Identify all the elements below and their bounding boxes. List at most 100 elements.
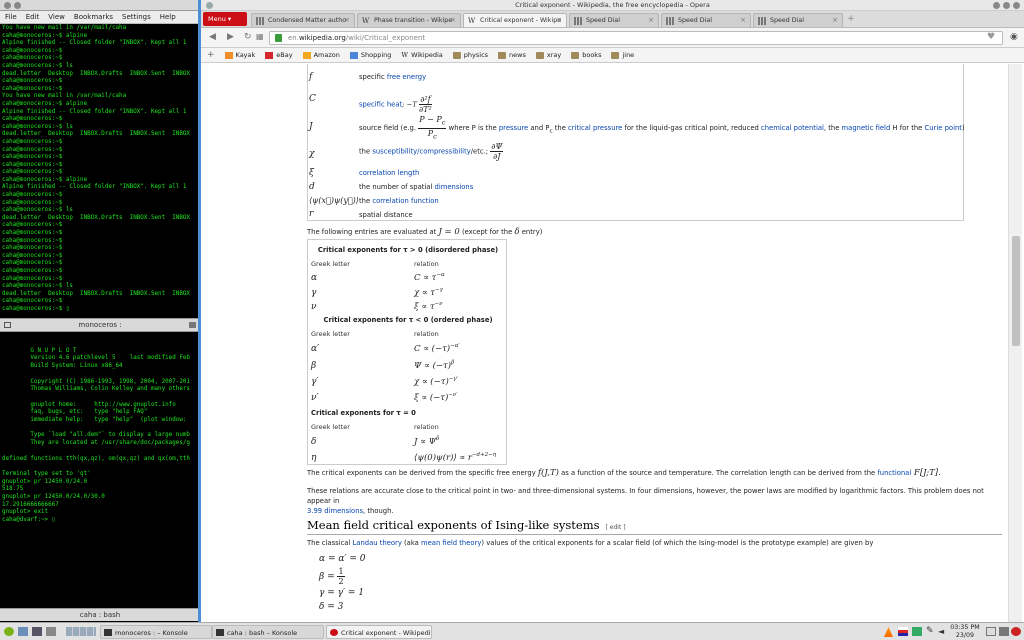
scrollbar-thumb[interactable] xyxy=(1012,236,1020,346)
link-dimensions[interactable]: dimensions xyxy=(435,183,474,191)
page-scrollbar[interactable] xyxy=(1008,64,1022,622)
terminal-launcher-icon[interactable] xyxy=(32,627,42,636)
terminal-menu-settings[interactable]: Settings xyxy=(122,13,151,21)
bookmark-news[interactable]: news xyxy=(498,51,526,59)
new-tab-button[interactable]: + xyxy=(845,13,857,27)
terminal-menu-help[interactable]: Help xyxy=(160,13,176,21)
def-text: specific xyxy=(359,73,387,81)
network-icon[interactable]: ✎ xyxy=(926,627,936,636)
link-functional[interactable]: functional xyxy=(877,469,911,477)
def-symbol: χ xyxy=(309,149,315,159)
link-curie-point[interactable]: Curie point xyxy=(925,124,962,132)
tab-close-icon[interactable]: × xyxy=(648,14,654,27)
tab-speed-dial-1[interactable]: Speed Dial × xyxy=(569,13,659,27)
download-icon[interactable]: ◉ xyxy=(1010,32,1018,42)
terminal-menu-view[interactable]: View xyxy=(48,13,65,21)
tab-speed-dial-2[interactable]: Speed Dial × xyxy=(661,13,751,27)
link-specific-heat[interactable]: specific heat xyxy=(359,101,402,109)
link-susceptibility[interactable]: susceptibility/compressibility xyxy=(372,148,470,156)
link-correlation-length[interactable]: correlation length xyxy=(359,169,419,177)
maximize-icon[interactable] xyxy=(1003,2,1010,9)
forward-icon[interactable]: ▶ xyxy=(227,32,234,42)
tab-close-icon[interactable]: × xyxy=(832,14,838,27)
logout-icon[interactable] xyxy=(999,627,1009,636)
terminal-upper-title: monoceros : xyxy=(78,321,122,329)
def-description: correlation length xyxy=(359,169,419,177)
terminal-menu-edit[interactable]: Edit xyxy=(26,13,40,21)
browser-titlebar[interactable]: Critical exponent - Wikipedia, the free … xyxy=(201,0,1024,11)
bookmark-amazon[interactable]: Amazon xyxy=(302,51,340,59)
close-icon[interactable] xyxy=(189,322,196,328)
link-critical-pressure[interactable]: critical pressure xyxy=(568,124,622,132)
terminal-pin-icon[interactable] xyxy=(14,2,21,9)
bookmark-wikipedia[interactable]: W Wikipedia xyxy=(401,51,442,59)
terminal-upper-titlebar[interactable]: monoceros : xyxy=(0,318,200,332)
tab-phase-transition[interactable]: W Phase transition - Wikipe × xyxy=(357,13,461,27)
task-monoceros-konsole[interactable]: monoceros : – Konsole xyxy=(100,625,212,639)
window-menu-icon[interactable] xyxy=(206,2,213,9)
terminal-titlebar[interactable] xyxy=(0,0,200,11)
bookmark-jine[interactable]: jine xyxy=(611,51,634,59)
inline-equation: F[J;T]. xyxy=(911,468,941,478)
bookmark-add-icon[interactable]: + xyxy=(207,50,215,60)
terminal-lower-line: They are located at /usr/share/doc/packa… xyxy=(2,440,190,447)
edit-section-link[interactable]: [ edit ] xyxy=(606,524,626,531)
close-icon[interactable] xyxy=(1013,2,1020,9)
link-correlation-function[interactable]: correlation function xyxy=(372,197,438,205)
file-manager-icon[interactable] xyxy=(18,627,28,636)
link-pressure[interactable]: pressure xyxy=(499,124,528,132)
shutdown-icon[interactable] xyxy=(1011,627,1021,636)
folder-icon xyxy=(571,51,580,59)
address-bar[interactable]: en.wikipedia.org/wiki/Critical_exponent xyxy=(269,31,1003,45)
back-icon[interactable]: ◀ xyxy=(209,32,216,42)
volume-icon[interactable]: ◄ xyxy=(938,627,948,636)
tab-close-icon[interactable]: × xyxy=(740,14,746,27)
keyboard-layout-icon[interactable] xyxy=(898,627,908,636)
greek-letter: ν′ xyxy=(311,393,319,403)
tab-speed-dial-3[interactable]: Speed Dial × xyxy=(753,13,843,27)
terminal-menu-file[interactable]: File xyxy=(5,13,17,21)
pager-icon[interactable] xyxy=(66,627,96,636)
bookmark-kayak[interactable]: Kayak xyxy=(224,51,255,59)
def-symbol: f xyxy=(309,72,313,82)
link-3-99-dimensions[interactable]: 3.99 dimensions xyxy=(307,507,363,515)
show-desktop-icon[interactable] xyxy=(46,627,56,636)
tab-condensed-matter[interactable]: Condensed Matter autho × xyxy=(251,13,355,27)
bookmark-books[interactable]: books xyxy=(571,51,601,59)
lock-screen-icon[interactable] xyxy=(986,627,996,636)
terminal-lower-output[interactable]: G N U P L O T Version 4.6 patchlevel 5 l… xyxy=(0,332,198,608)
terminal-menu-bookmarks[interactable]: Bookmarks xyxy=(74,13,113,21)
minimize-icon[interactable] xyxy=(993,2,1000,9)
opera-menu-button[interactable]: Menu ▾ xyxy=(203,12,247,26)
link-landau-theory[interactable]: Landau theory xyxy=(353,539,402,547)
clipboard-icon[interactable] xyxy=(912,627,922,636)
task-critical-exponent-browser[interactable]: Critical exponent - Wikipedia, th xyxy=(326,625,432,639)
bookmark-ebay[interactable]: eBay xyxy=(265,51,293,59)
vlc-icon[interactable] xyxy=(884,627,893,637)
task-bash-konsole[interactable]: caha : bash – Konsole xyxy=(212,625,324,639)
reload-icon[interactable]: ↻ xyxy=(244,32,252,42)
heart-icon[interactable]: ♥ xyxy=(987,32,995,42)
terminal-menu-icon[interactable] xyxy=(4,2,11,9)
tab-close-icon[interactable]: × xyxy=(344,14,350,27)
tab-close-icon[interactable]: × xyxy=(450,14,456,27)
kayak-icon xyxy=(224,51,233,59)
bookmark-shopping[interactable]: Shopping xyxy=(349,51,391,59)
link-chemical-potential[interactable]: chemical potential xyxy=(761,124,824,132)
tab-close-icon[interactable]: × xyxy=(556,14,562,27)
clock[interactable]: 03:35 PM 23/09 xyxy=(950,624,980,639)
link-mean-field-theory[interactable]: mean field theory xyxy=(421,539,481,547)
terminal-lower-titlebar[interactable]: caha : bash xyxy=(0,608,200,621)
bookmark-physics[interactable]: physics xyxy=(452,51,488,59)
terminal-upper-output[interactable]: You have new mail in /var/mail/caha caha@… xyxy=(0,24,198,317)
speed-dial-icon[interactable]: ▦ xyxy=(256,32,264,41)
def-description: source field (e.g. P − Pc Pc where P is t… xyxy=(359,115,965,141)
inline-equation: f(J,T) xyxy=(537,468,559,478)
relation-exponent: −ν xyxy=(434,301,443,307)
tab-critical-exponent[interactable]: W Critical exponent - Wikipe × xyxy=(463,13,567,27)
link-magnetic-field[interactable]: magnetic field xyxy=(842,124,891,132)
url-prefix: en. xyxy=(288,34,299,42)
app-launcher-icon[interactable] xyxy=(4,627,14,636)
bookmark-xray[interactable]: xray xyxy=(535,51,561,59)
link-free-energy[interactable]: free energy xyxy=(387,73,426,81)
